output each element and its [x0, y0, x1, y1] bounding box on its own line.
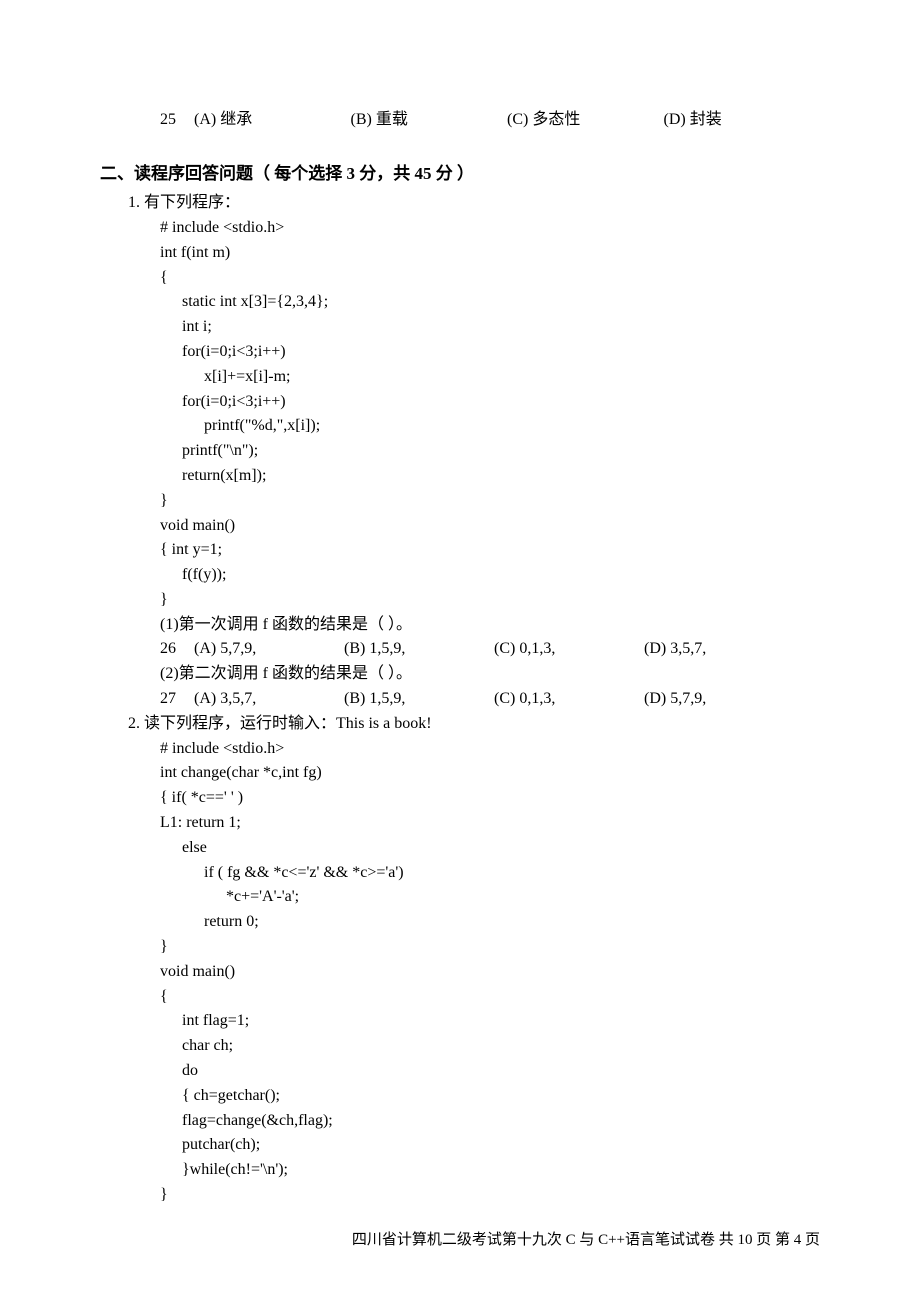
q2-code-9: void main(): [160, 960, 820, 985]
q2-code-11: int flag=1;: [160, 1009, 820, 1034]
q25-opt-a: (A) 继承: [194, 108, 351, 133]
q25-options: 25 (A) 继承 (B) 重载 (C) 多态性 (D) 封装: [160, 108, 820, 133]
q27-opt-c: (C) 0,1,3,: [494, 687, 644, 712]
q27-opt-a: (A) 3,5,7,: [194, 687, 344, 712]
q27-opt-b: (B) 1,5,9,: [344, 687, 494, 712]
q1-title: 1. 有下列程序：: [128, 191, 820, 216]
q1-code-8: printf("%d,",x[i]);: [160, 414, 820, 439]
page-footer: 四川省计算机二级考试第十九次 C 与 C++语言笔试试卷 共 10 页 第 4 …: [352, 1229, 820, 1252]
section2-heading: 二、读程序回答问题（ 每个选择 3 分，共 45 分 ）: [100, 161, 820, 187]
q1-code-14: f(f(y));: [160, 563, 820, 588]
q2-code-2: { if( *c==' ' ): [160, 786, 820, 811]
q1-sub2-text: (2)第二次调用 f 函数的结果是（ ）。: [160, 662, 820, 687]
q2-code-5: if ( fg && *c<='z' && *c>='a'): [160, 861, 820, 886]
q1-code-1: int f(int m): [160, 241, 820, 266]
q26-number: 26: [160, 637, 194, 662]
q1-sub1-text: (1)第一次调用 f 函数的结果是（ ）。: [160, 613, 820, 638]
q1-code-7: for(i=0;i<3;i++): [160, 390, 820, 415]
q2-code-14: { ch=getchar();: [160, 1084, 820, 1109]
q1-code-11: }: [160, 489, 820, 514]
q2-code-18: }: [160, 1183, 820, 1208]
q1-code-0: # include <stdio.h>: [160, 216, 820, 241]
q2-code-8: }: [160, 935, 820, 960]
q2-code-10: {: [160, 985, 820, 1010]
q2-code-13: do: [160, 1059, 820, 1084]
q2-title: 2. 读下列程序，运行时输入：This is a book!: [128, 712, 820, 737]
q2-code-6: *c+='A'-'a';: [160, 885, 820, 910]
q1-code-3: static int x[3]={2,3,4};: [160, 290, 820, 315]
q1-code-13: { int y=1;: [160, 538, 820, 563]
q27-opt-d: (D) 5,7,9,: [644, 687, 794, 712]
q2-code-7: return 0;: [160, 910, 820, 935]
q26-opt-d: (D) 3,5,7,: [644, 637, 794, 662]
q1-code-10: return(x[m]);: [160, 464, 820, 489]
q1-code-4: int i;: [160, 315, 820, 340]
q25-opt-b: (B) 重载: [351, 108, 508, 133]
q26-opt-a: (A) 5,7,9,: [194, 637, 344, 662]
q1-code-12: void main(): [160, 514, 820, 539]
q1-code-9: printf("\n");: [160, 439, 820, 464]
q25-number: 25: [160, 108, 194, 133]
q25-opt-d: (D) 封装: [664, 108, 821, 133]
q27-options: 27 (A) 3,5,7, (B) 1,5,9, (C) 0,1,3, (D) …: [160, 687, 820, 712]
q2-code-0: # include <stdio.h>: [160, 737, 820, 762]
q1-code-2: {: [160, 266, 820, 291]
q2-code-3: L1: return 1;: [160, 811, 820, 836]
q2-code-17: }while(ch!='\n');: [160, 1158, 820, 1183]
q2-code-4: else: [160, 836, 820, 861]
q1-code-15: }: [160, 588, 820, 613]
q2-code-16: putchar(ch);: [160, 1133, 820, 1158]
q26-options: 26 (A) 5,7,9, (B) 1,5,9, (C) 0,1,3, (D) …: [160, 637, 820, 662]
q27-number: 27: [160, 687, 194, 712]
q2-code-1: int change(char *c,int fg): [160, 761, 820, 786]
q2-code-12: char ch;: [160, 1034, 820, 1059]
q26-opt-b: (B) 1,5,9,: [344, 637, 494, 662]
q2-code-15: flag=change(&ch,flag);: [160, 1109, 820, 1134]
q1-code-6: x[i]+=x[i]-m;: [160, 365, 820, 390]
q26-opt-c: (C) 0,1,3,: [494, 637, 644, 662]
q1-code-5: for(i=0;i<3;i++): [160, 340, 820, 365]
q25-opt-c: (C) 多态性: [507, 108, 664, 133]
